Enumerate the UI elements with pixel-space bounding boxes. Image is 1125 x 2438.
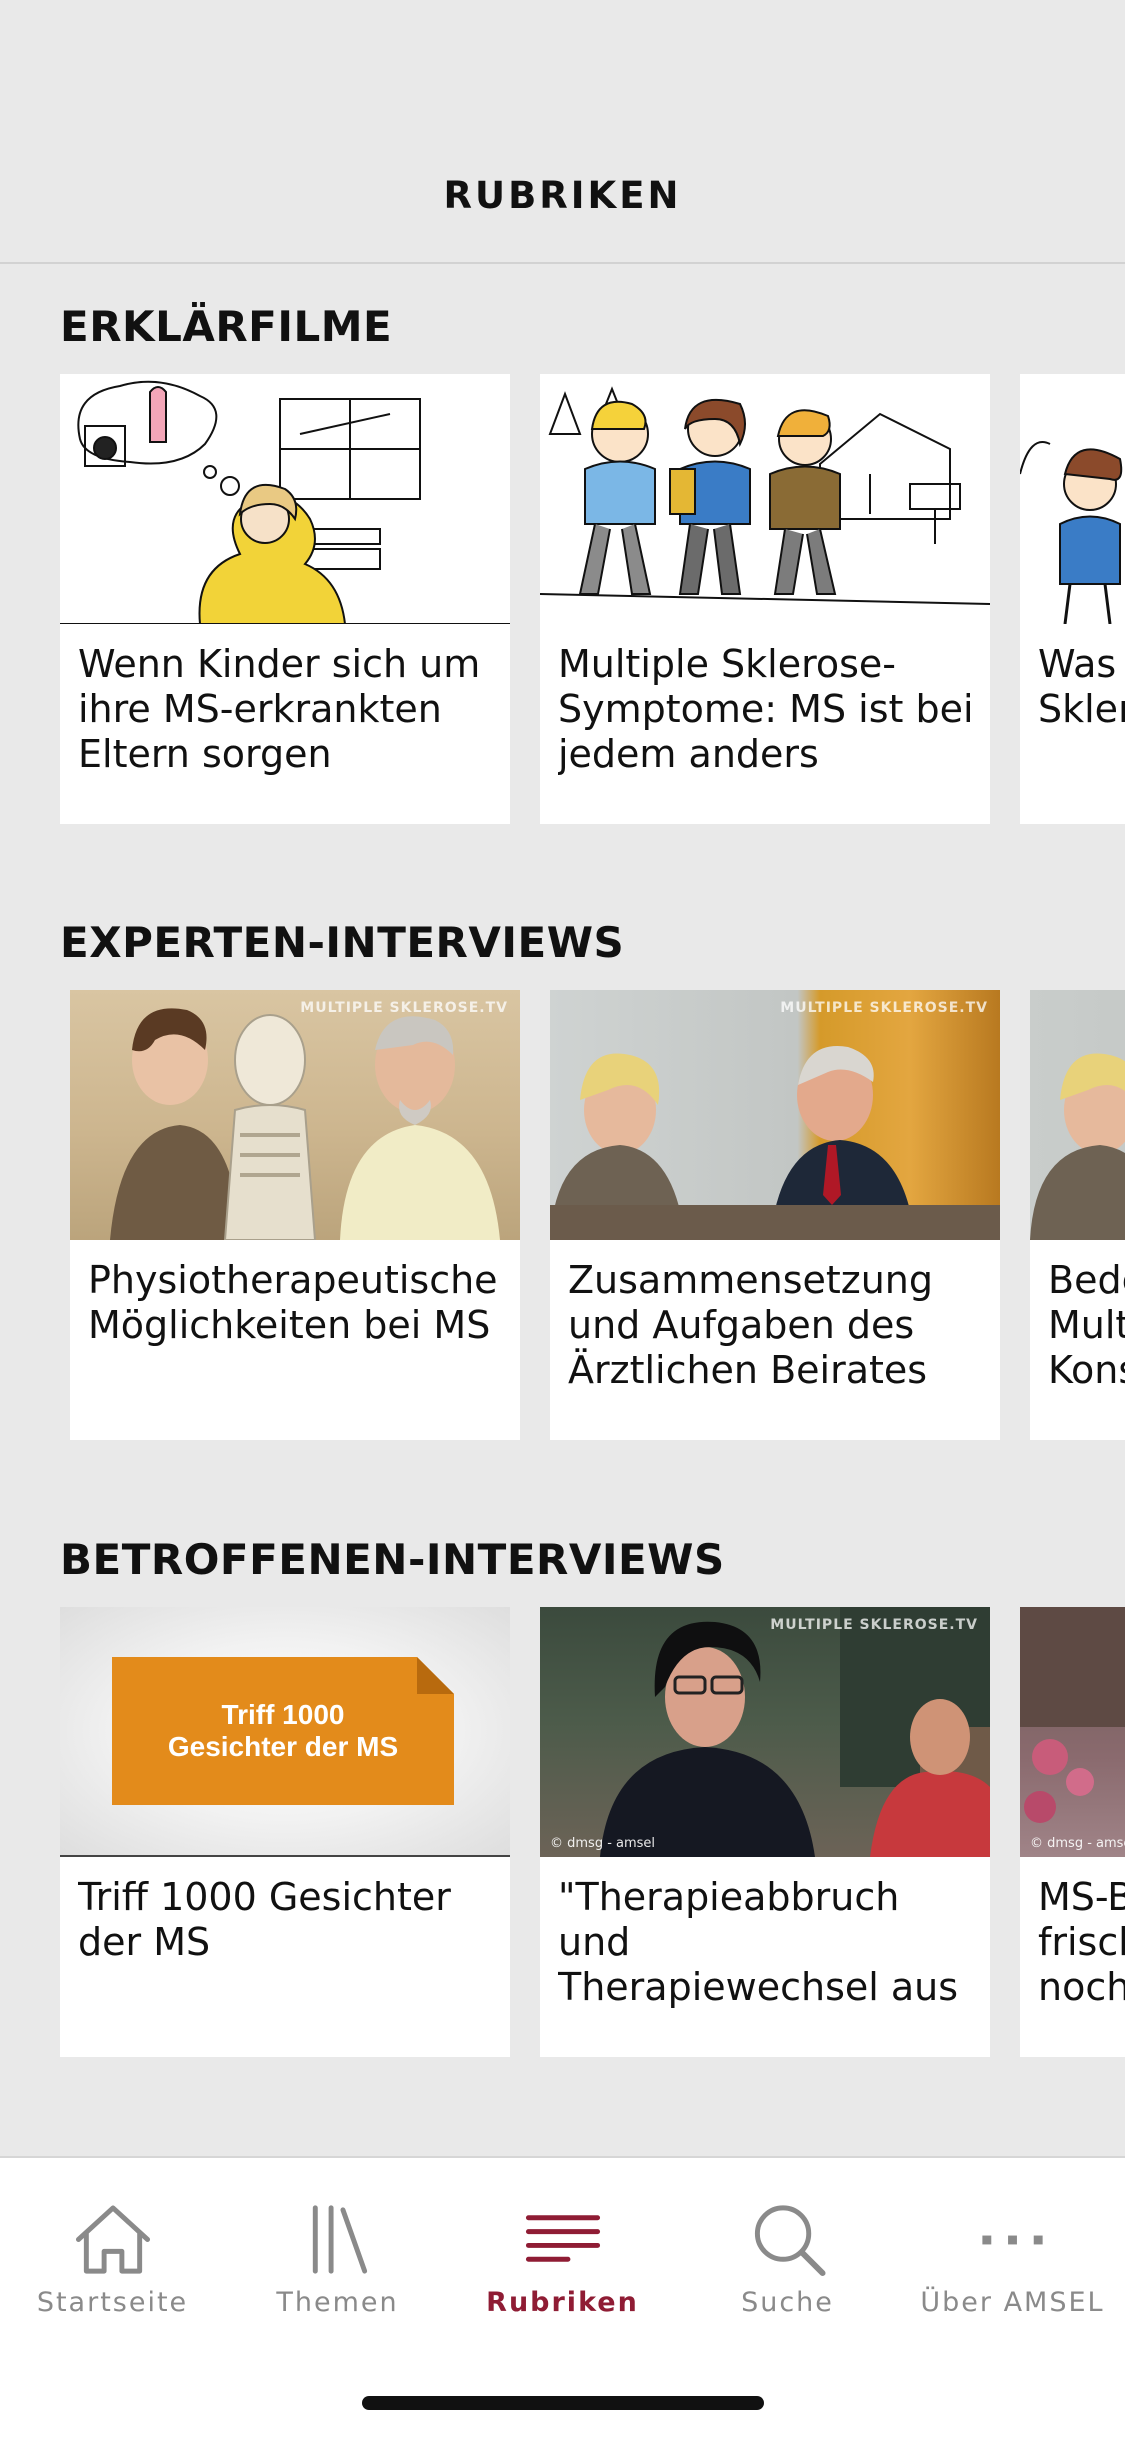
card-title: Triff 1000 Gesichter der MS: [78, 1875, 451, 1964]
card-title: Multiple Sklerose- Symptome: MS ist bei …: [558, 642, 974, 776]
video-thumbnail: [60, 374, 510, 624]
tag-fold: [417, 1657, 454, 1694]
video-thumbnail: Triff 1000 Gesichter der MS: [60, 1607, 510, 1857]
video-card[interactable]: MULTIPLE SKLEROSE.TV © dmsg - amsel "The…: [540, 1607, 990, 2057]
card-carousel[interactable]: Wenn Kinder sich um ihre MS-erkrankten E…: [60, 374, 1125, 824]
copyright-text: © dmsg - amsel: [1030, 1836, 1125, 1851]
card-title: Wenn Kinder sich um ihre MS-erkrankten E…: [78, 642, 481, 776]
section-title: EXPERTEN-INTERVIEWS: [60, 918, 625, 967]
section-title: BETROFFENEN-INTERVIEWS: [60, 1535, 725, 1584]
tab-suche[interactable]: Suche: [675, 2158, 900, 2318]
home-indicator: [362, 2396, 764, 2410]
video-card[interactable]: © dmsg - amsel MS-B frisch noch: [1020, 1607, 1125, 2057]
tab-label: Themen: [276, 2287, 399, 2318]
video-card[interactable]: Wenn Kinder sich um ihre MS-erkrankten E…: [60, 374, 510, 824]
video-thumbnail: MULTIPLE SKLEROSE.TV: [550, 990, 1000, 1240]
video-thumbnail: [1020, 374, 1125, 624]
watermark: MULTIPLE SKLEROSE.TV: [300, 1000, 508, 1016]
video-card[interactable]: Triff 1000 Gesichter der MS Triff 1000 G…: [60, 1607, 510, 2057]
card-carousel[interactable]: MULTIPLE SKLEROSE.TV Physiotherapeutisch…: [70, 990, 1125, 1440]
watermark: MULTIPLE SKLEROSE.TV: [770, 1617, 978, 1633]
video-card[interactable]: Multiple Sklerose- Symptome: MS ist bei …: [540, 374, 990, 824]
header: RUBRIKEN: [0, 132, 1125, 264]
video-thumbnail: MULTIPLE SKLEROSE.TV: [70, 990, 520, 1240]
home-icon: [75, 2205, 150, 2274]
card-carousel[interactable]: Triff 1000 Gesichter der MS Triff 1000 G…: [60, 1607, 1125, 2057]
tab-label: Suche: [741, 2287, 834, 2318]
page-title: RUBRIKEN: [443, 173, 682, 217]
status-bar: [0, 0, 1125, 132]
video-thumbnail: [1030, 990, 1125, 1240]
section-erklaerfilme: ERKLÄRFILME Wenn Kinder sich um ihre MS-…: [0, 302, 1125, 834]
tab-themen[interactable]: Themen: [225, 2158, 450, 2318]
tab-rubriken[interactable]: Rubriken: [450, 2158, 675, 2318]
tab-startseite[interactable]: Startseite: [0, 2158, 225, 2318]
card-title: "Therapieabbruch und Therapiewechsel aus…: [558, 1875, 959, 2015]
tab-label: Rubriken: [486, 2287, 639, 2318]
card-title: Physiotherapeutische Möglichkeiten bei M…: [88, 1258, 498, 1347]
tag-line: Triff 1000: [221, 1699, 345, 1730]
library-icon: [312, 2205, 367, 2274]
card-title: Bede Mult Kons: [1048, 1258, 1125, 1392]
video-card[interactable]: Bede Mult Kons: [1030, 990, 1125, 1440]
video-thumbnail: [540, 374, 990, 624]
video-card[interactable]: Was Skler: [1020, 374, 1125, 824]
list-lines-icon: [525, 2215, 600, 2262]
search-icon: [754, 2205, 826, 2277]
more-dots-icon: [981, 2235, 1043, 2245]
section-title: ERKLÄRFILME: [60, 302, 393, 351]
video-thumbnail: MULTIPLE SKLEROSE.TV © dmsg - amsel: [540, 1607, 990, 1857]
tab-label: Startseite: [36, 2287, 189, 2318]
video-card[interactable]: MULTIPLE SKLEROSE.TV Zusammensetzung und…: [550, 990, 1000, 1440]
triff-tag: Triff 1000 Gesichter der MS: [112, 1657, 454, 1805]
watermark: MULTIPLE SKLEROSE.TV: [780, 1000, 988, 1016]
section-experten-interviews: EXPERTEN-INTERVIEWS MULTIPLE SKLEROSE.TV: [0, 918, 1125, 1450]
card-title: Was Skler: [1038, 642, 1125, 731]
section-betroffenen-interviews: BETROFFENEN-INTERVIEWS Triff 1000 Gesich…: [0, 1535, 1125, 2067]
tag-line: Gesichter der MS: [167, 1731, 399, 1762]
card-title: Zusammensetzung und Aufgaben des Ärztlic…: [568, 1258, 934, 1398]
tab-label: Über AMSEL: [920, 2287, 1105, 2318]
card-title: MS-B frisch noch: [1038, 1875, 1125, 2009]
video-card[interactable]: MULTIPLE SKLEROSE.TV Physiotherapeutisch…: [70, 990, 520, 1440]
copyright-text: © dmsg - amsel: [550, 1836, 656, 1851]
video-thumbnail: © dmsg - amsel: [1020, 1607, 1125, 1857]
tab-ueber-amsel[interactable]: Über AMSEL: [900, 2158, 1125, 2318]
